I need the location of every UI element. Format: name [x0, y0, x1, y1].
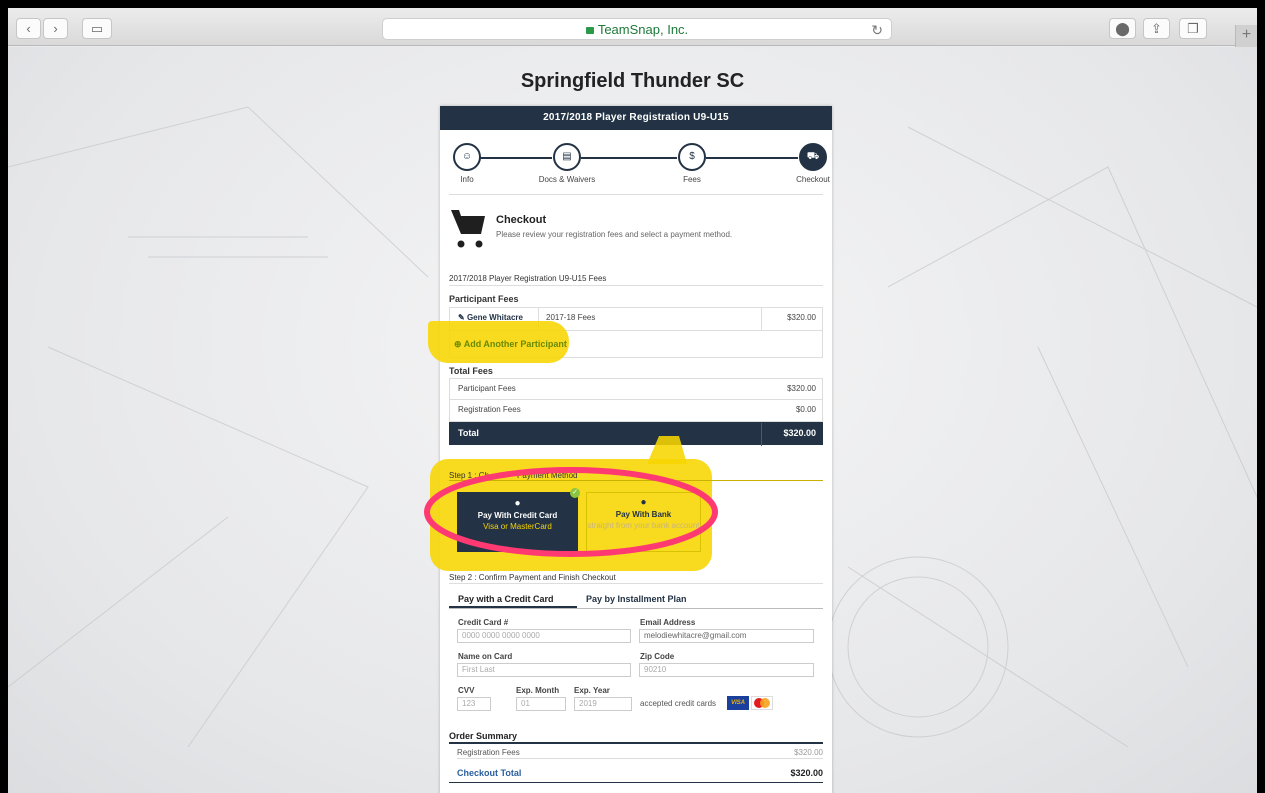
total-row-registration: Registration Fees $0.00 [449, 400, 823, 422]
total-row-participant: Participant Fees $320.00 [449, 378, 823, 400]
name-input[interactable]: First Last [457, 663, 631, 677]
checkout-subtitle: Please review your registration fees and… [496, 230, 733, 239]
money-bag-icon: $ [689, 151, 695, 162]
mastercard-icon [751, 696, 773, 710]
card-header: 2017/2018 Player Registration U9-U15 [440, 106, 832, 130]
tabs-icon[interactable]: ❐ [1179, 18, 1207, 39]
step-connector [581, 157, 677, 159]
cc-label: Credit Card # [458, 618, 509, 627]
browser-window: ‹ › ▭ TeamSnap, Inc. ↻ ⬤ ⇪ ❐ + Springfie… [8, 8, 1257, 793]
step-info[interactable]: ☺ [453, 143, 481, 171]
checkout-total-label: Checkout Total [457, 768, 522, 778]
zip-label: Zip Code [640, 652, 675, 661]
visa-icon: VISA [727, 696, 749, 710]
address-bar[interactable]: TeamSnap, Inc. ↻ [382, 18, 892, 40]
accepted-cards-label: accepted credit cards [640, 699, 717, 708]
add-participant-button[interactable]: ⊕ Add Another Participant [454, 339, 567, 350]
exp-year-input[interactable]: 2019 [574, 697, 632, 711]
reload-icon[interactable]: ↻ [871, 20, 883, 41]
email-label: Email Address [640, 618, 696, 627]
new-tab-button[interactable]: + [1235, 25, 1257, 47]
download-icon[interactable]: ⬤ [1109, 18, 1136, 39]
step-connector [480, 157, 552, 159]
sidebar-icon[interactable]: ▭ [82, 18, 112, 39]
forward-icon[interactable]: › [43, 18, 68, 39]
checkout-title: Checkout [496, 214, 547, 226]
step-label-fees: Fees [683, 175, 701, 184]
cvv-label: CVV [458, 686, 475, 695]
step-label-docs: Docs & Waivers [538, 175, 596, 184]
step-label-info: Info [460, 175, 474, 184]
lock-icon [585, 27, 594, 34]
cc-input[interactable]: 0000 0000 0000 0000 [457, 629, 631, 643]
participant-fee-amount: $320.00 [787, 313, 816, 322]
step-label-checkout: Checkout [796, 175, 830, 184]
share-icon[interactable]: ⇪ [1143, 18, 1170, 39]
order-reg-amount: $320.00 [794, 748, 823, 757]
step-connector [706, 157, 798, 159]
step-checkout[interactable]: ⛟ [799, 143, 827, 171]
step-fees[interactable]: $ [678, 143, 706, 171]
tab-credit-card[interactable]: Pay with a Credit Card [458, 594, 554, 604]
cart-large-icon [451, 210, 485, 248]
step-docs[interactable]: ▤ [553, 143, 581, 171]
url-text: TeamSnap, Inc. [597, 22, 689, 37]
checkout-total-amount: $320.00 [790, 768, 823, 778]
exp-month-input[interactable]: 01 [516, 697, 566, 711]
fees-title: 2017/2018 Player Registration U9-U15 Fee… [449, 274, 607, 283]
total-fees-heading: Total Fees [449, 366, 493, 376]
order-reg-label: Registration Fees [457, 748, 520, 757]
site-title: Springfield Thunder SC [520, 70, 745, 92]
annotation-ellipse [424, 467, 718, 557]
zip-input[interactable]: 90210 [639, 663, 814, 677]
order-summary-heading: Order Summary [449, 731, 518, 741]
name-label: Name on Card [458, 652, 513, 661]
browser-toolbar: ‹ › ▭ TeamSnap, Inc. ↻ ⬤ ⇪ ❐ + [8, 8, 1257, 47]
step2-heading: Step 2 : Confirm Payment and Finish Chec… [449, 573, 616, 582]
email-input[interactable]: melodiewhitacre@gmail.com [639, 629, 814, 643]
tab-installment[interactable]: Pay by Installment Plan [586, 594, 687, 604]
participant-fees-heading: Participant Fees [449, 294, 519, 304]
registration-card: 2017/2018 Player Registration U9-U15 ☺ ▤… [424, 106, 832, 793]
cart-icon: ⛟ [806, 151, 820, 162]
document-icon: ▤ [562, 151, 572, 162]
back-icon[interactable]: ‹ [16, 18, 41, 39]
exp-year-label: Exp. Year [574, 686, 610, 695]
total-row: Total $320.00 [449, 422, 823, 446]
exp-month-label: Exp. Month [516, 686, 560, 695]
user-icon: ☺ [461, 151, 473, 162]
cvv-input[interactable]: 123 [457, 697, 491, 711]
